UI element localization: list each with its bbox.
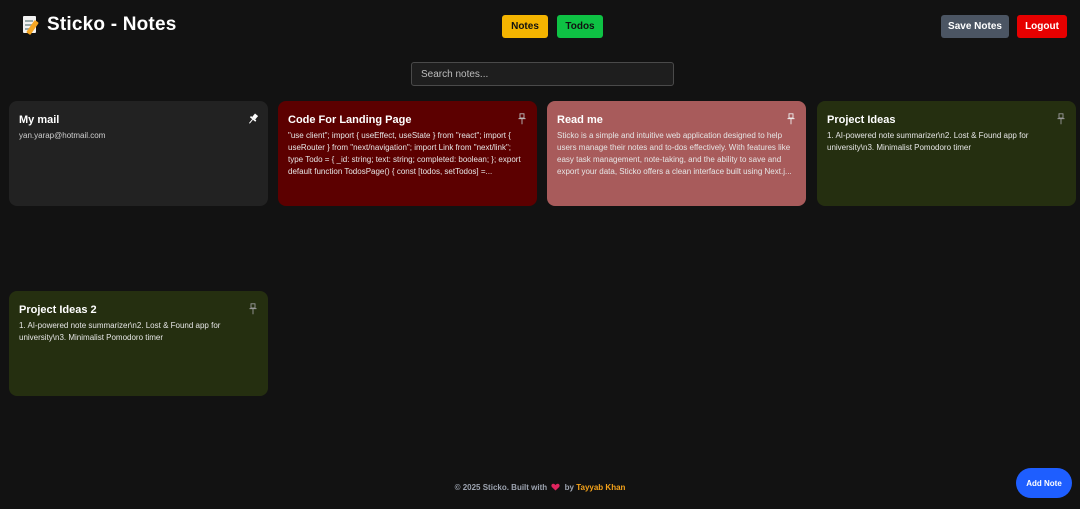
brand: Sticko - Notes	[22, 14, 177, 36]
note-card-code-landing[interactable]: Code For Landing Page "use client"; impo…	[278, 101, 537, 206]
footer-author[interactable]: Tayyab Khan	[576, 483, 625, 492]
todos-nav-button[interactable]: Todos	[557, 15, 603, 38]
logout-button[interactable]: Logout	[1017, 15, 1067, 38]
save-notes-button[interactable]: Save Notes	[941, 15, 1009, 38]
app-header: Sticko - Notes Notes Todos Save Notes Lo…	[0, 0, 1080, 54]
note-card-project-ideas[interactable]: Project Ideas 1. AI-powered note summari…	[817, 101, 1076, 206]
heart-icon	[551, 483, 561, 491]
note-card-project-ideas-2[interactable]: Project Ideas 2 1. AI-powered note summa…	[9, 291, 268, 396]
note-body: 1. AI-powered note summarizer\n2. Lost &…	[19, 321, 221, 342]
note-body: yan.yarap@hotmail.com	[19, 131, 106, 140]
note-card-my-mail[interactable]: My mail yan.yarap@hotmail.com	[9, 101, 268, 206]
note-body: 1. AI-powered note summarizer\n2. Lost &…	[827, 131, 1029, 152]
notes-nav-button[interactable]: Notes	[502, 15, 548, 38]
note-title: Read me	[557, 114, 603, 126]
search-input[interactable]	[411, 62, 674, 86]
header-actions: Save Notes Logout	[941, 15, 1067, 38]
note-title: Code For Landing Page	[288, 114, 412, 126]
page-title: Sticko - Notes	[47, 14, 177, 35]
note-card-read-me[interactable]: Read me Sticko is a simple and intuitive…	[547, 101, 806, 206]
main-nav: Notes Todos	[502, 15, 603, 38]
pin-outline-icon[interactable]	[1056, 113, 1066, 125]
footer-copyright: © 2025 Sticko. Built with	[454, 483, 548, 492]
note-title: Project Ideas	[827, 114, 896, 126]
note-body: "use client"; import { useEffect, useSta…	[288, 131, 521, 176]
footer: © 2025 Sticko. Built with by Tayyab Khan	[0, 483, 1080, 492]
note-body: Sticko is a simple and intuitive web app…	[557, 131, 792, 176]
add-note-button[interactable]: Add Note	[1016, 468, 1072, 498]
note-title: My mail	[19, 114, 60, 126]
footer-by: by	[564, 483, 574, 492]
note-title: Project Ideas 2	[19, 304, 97, 316]
pin-outline-icon[interactable]	[786, 113, 796, 125]
pin-outline-icon[interactable]	[248, 303, 258, 315]
memo-icon	[22, 14, 39, 36]
pin-filled-icon[interactable]	[248, 113, 258, 125]
pin-outline-icon[interactable]	[517, 113, 527, 125]
